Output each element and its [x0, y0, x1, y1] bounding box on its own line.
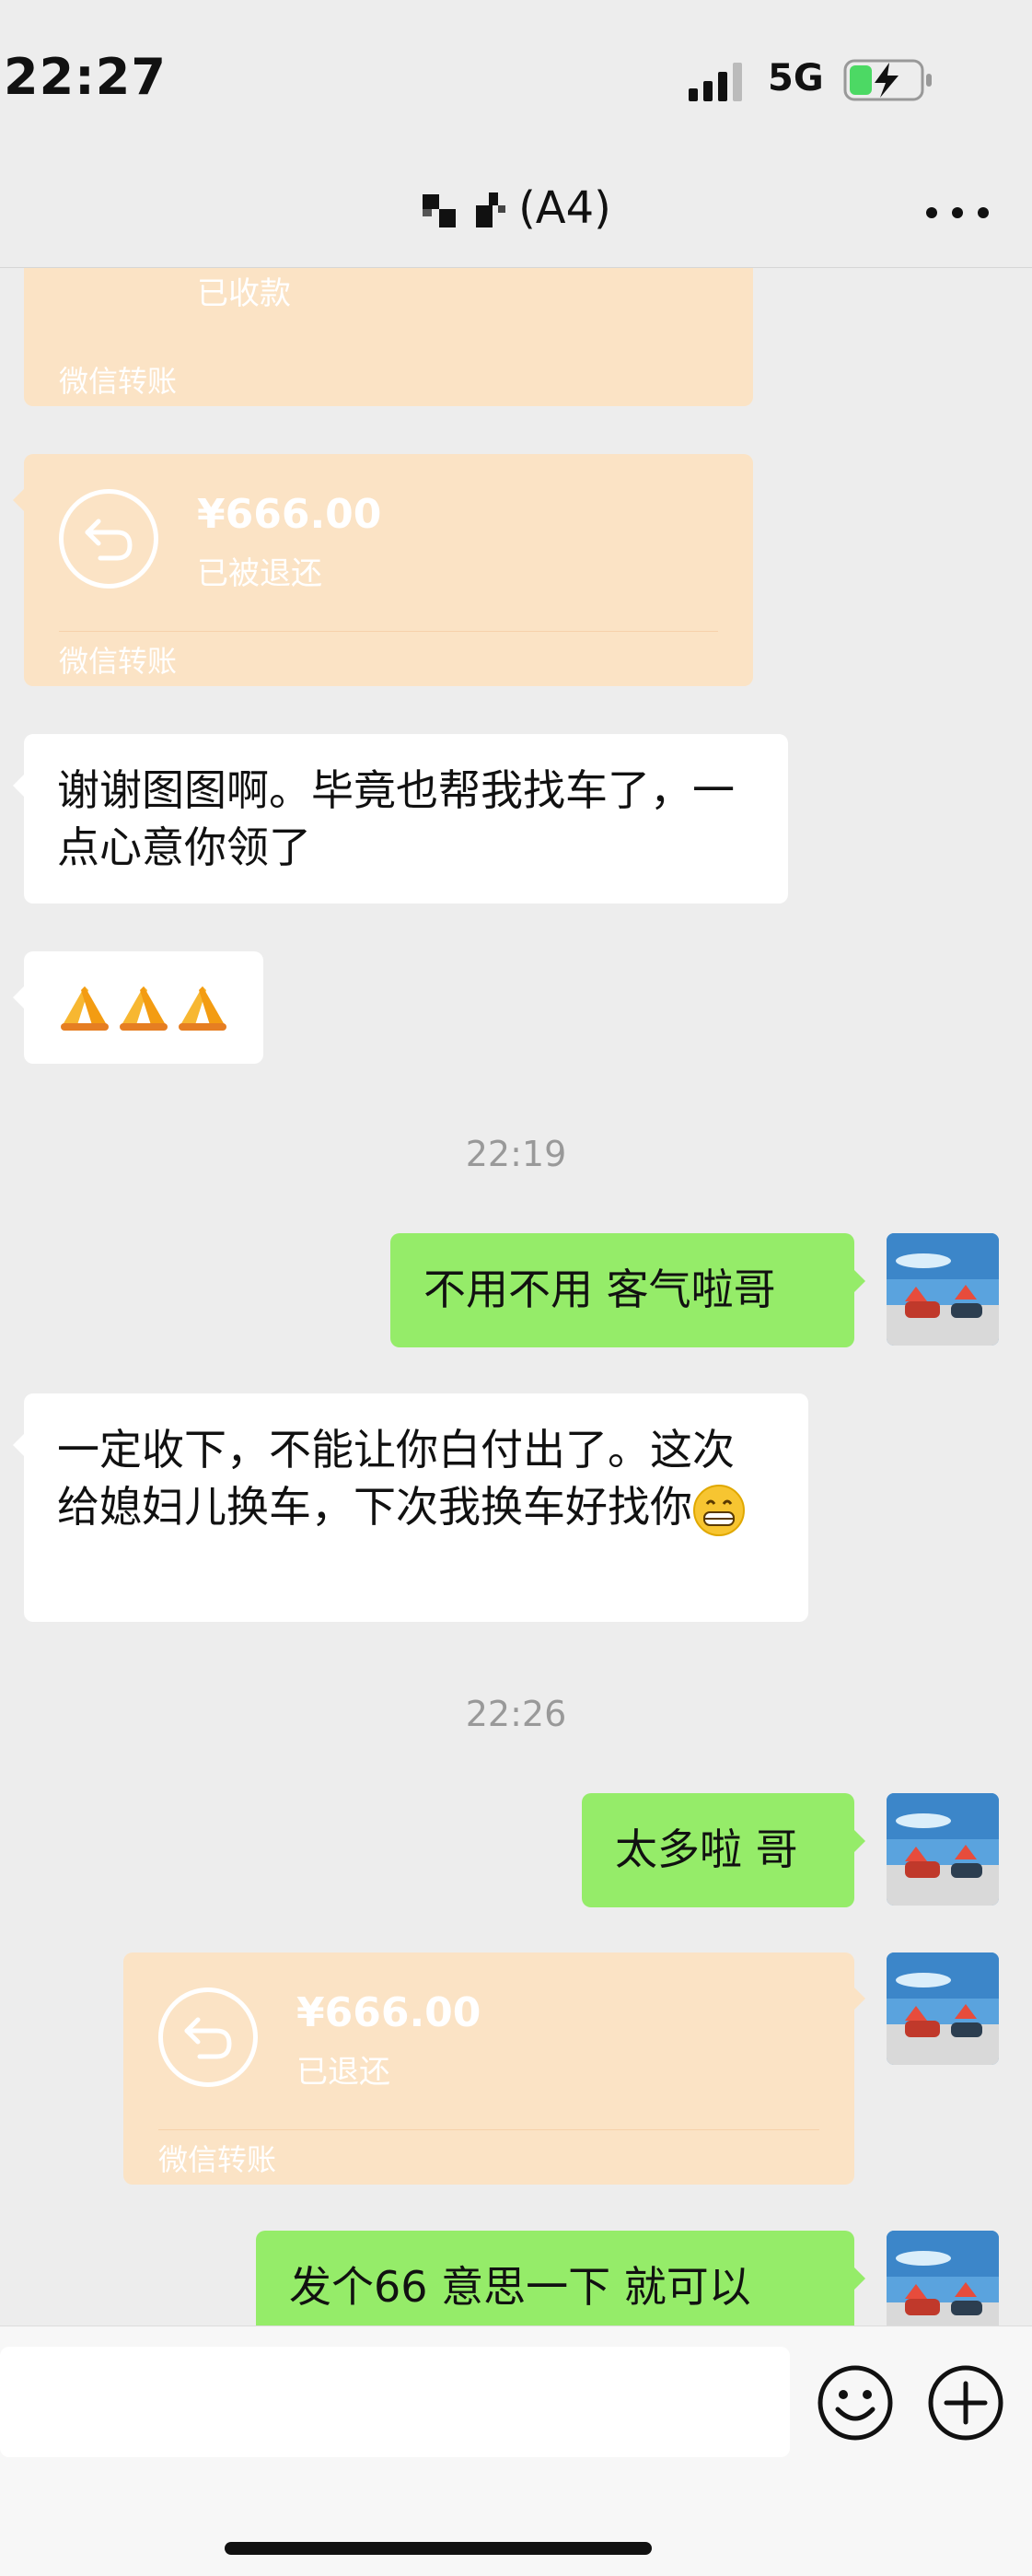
- outgoing-message[interactable]: 太多啦 哥: [582, 1793, 865, 1907]
- incoming-emoji-message[interactable]: [13, 951, 263, 1064]
- folded-hands-emoji: [61, 986, 226, 1031]
- transfer-status: 已退还: [296, 2054, 390, 2091]
- home-indicator[interactable]: [225, 2542, 652, 2555]
- transfer-footer: 微信转账: [59, 364, 178, 399]
- timestamp: 22:26: [465, 1694, 567, 1734]
- transfer-footer: 微信转账: [158, 2142, 277, 2177]
- avatar[interactable]: [887, 1952, 999, 2065]
- chat-title-text: (A4): [518, 182, 611, 234]
- status-time: 22:27: [4, 48, 167, 106]
- input-bar: [0, 2325, 1032, 2576]
- incoming-message[interactable]: 谢谢图图啊。毕竟也帮我找车了，一点心意你领了: [13, 734, 788, 903]
- transfer-status: 已收款: [197, 275, 291, 312]
- more-icon[interactable]: [924, 199, 991, 227]
- signal-icon: [689, 63, 742, 101]
- message-text: 发个66 意思一下 就可以: [289, 2262, 751, 2312]
- outgoing-message[interactable]: 不用不用 客气啦哥: [390, 1233, 865, 1347]
- transfer-footer: 微信转账: [59, 644, 178, 679]
- status-bar: 22:27 5G: [0, 0, 1032, 138]
- emoji-icon[interactable]: [816, 2363, 895, 2442]
- chat-title: (A4): [0, 182, 1032, 234]
- message-text: 谢谢图图啊。毕竟也帮我找车了，一点心意你领了: [57, 765, 735, 872]
- refund-arrow-icon: [158, 1987, 258, 2087]
- transfer-amount: ¥666.00: [197, 491, 382, 538]
- chat-message-list[interactable]: 已收款 微信转账 ¥666.00 已被退还 微信转账 谢谢图图啊。毕竟也帮我找车…: [0, 268, 1032, 2325]
- outgoing-message[interactable]: 发个66 意思一下 就可以: [256, 2231, 865, 2325]
- avatar[interactable]: [887, 1233, 999, 1346]
- message-input[interactable]: [0, 2347, 790, 2457]
- grinning-emoji: [693, 1484, 745, 1536]
- message-text: 不用不用 客气啦哥: [423, 1265, 776, 1314]
- avatar[interactable]: [887, 2231, 999, 2325]
- message-text: 太多啦 哥: [615, 1824, 798, 1874]
- transfer-refunded[interactable]: ¥666.00 已被退还 微信转账: [13, 454, 753, 686]
- refund-arrow-icon: [59, 489, 158, 589]
- transfer-received[interactable]: 已收款 微信转账: [24, 268, 753, 406]
- plus-icon[interactable]: [926, 2363, 1005, 2442]
- incoming-message[interactable]: 一定收下，不能让你白付出了。这次给媳妇儿换车，下次我换车好找你: [13, 1393, 808, 1622]
- avatar[interactable]: [887, 1793, 999, 1906]
- timestamp: 22:19: [465, 1134, 567, 1174]
- transfer-amount: ¥666.00: [296, 1989, 481, 2036]
- transfer-status: 已被退还: [197, 555, 322, 592]
- network-label: 5G: [768, 57, 824, 99]
- chat-header: (A4): [0, 138, 1032, 268]
- contact-name-icon: [423, 192, 506, 227]
- transfer-refunded-outgoing[interactable]: ¥666.00 已退还 微信转账: [123, 1952, 865, 2185]
- message-text: 一定收下，不能让你白付出了。这次给媳妇儿换车，下次我换车好找你: [57, 1425, 735, 1532]
- battery-charging-icon: [843, 59, 932, 101]
